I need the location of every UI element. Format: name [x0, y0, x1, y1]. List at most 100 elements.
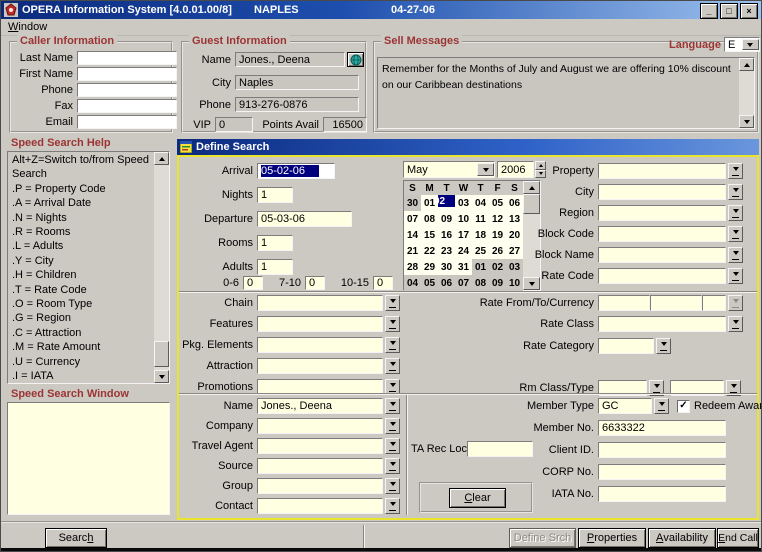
location-input[interactable]: [598, 268, 726, 284]
lov-button[interactable]: [728, 316, 743, 332]
scroll-up-button[interactable]: [739, 58, 754, 71]
calendar-day[interactable]: 30: [438, 259, 455, 275]
criteria-input[interactable]: [257, 316, 383, 332]
profile-input[interactable]: [257, 478, 383, 494]
rate-to-input[interactable]: [650, 295, 702, 311]
globe-button[interactable]: [347, 52, 364, 67]
profile-input[interactable]: [257, 498, 383, 514]
calendar-day[interactable]: 06: [438, 275, 455, 291]
guest-phone-field[interactable]: 913-276-0876: [235, 97, 359, 112]
guest-city-field[interactable]: Naples: [235, 75, 359, 90]
calendar-day[interactable]: 08: [421, 211, 438, 227]
calendar-day[interactable]: 10: [455, 211, 472, 227]
member-type-input[interactable]: GC: [598, 398, 652, 414]
close-button[interactable]: ×: [740, 3, 758, 19]
location-input[interactable]: [598, 226, 726, 242]
profile-input[interactable]: Jones., Deena: [257, 398, 383, 414]
adults-input[interactable]: 1: [257, 259, 293, 275]
scroll-up-button[interactable]: [154, 152, 169, 165]
caller-input[interactable]: [77, 115, 177, 129]
calendar-day[interactable]: 30: [404, 195, 421, 211]
rate-currency-input[interactable]: [702, 295, 726, 311]
criteria-input[interactable]: [257, 337, 383, 353]
location-input[interactable]: [598, 184, 726, 200]
lov-button[interactable]: [385, 418, 400, 434]
children-10-15-input[interactable]: 0: [373, 276, 393, 290]
menu-window[interactable]: Window: [8, 21, 47, 33]
minimize-button[interactable]: _: [700, 3, 718, 19]
location-input[interactable]: [598, 205, 726, 221]
redeem-award-checkbox[interactable]: ✓: [677, 400, 690, 413]
profile-input[interactable]: [257, 458, 383, 474]
lov-button[interactable]: [385, 438, 400, 454]
maximize-button[interactable]: □: [720, 3, 738, 19]
lov-button[interactable]: [385, 316, 400, 332]
language-dropdown-button[interactable]: [742, 39, 759, 50]
calendar-day[interactable]: 04: [404, 275, 421, 291]
member-no-input[interactable]: 6633322: [598, 420, 726, 436]
calendar-day[interactable]: 16: [438, 227, 455, 243]
scroll-thumb[interactable]: [154, 341, 169, 367]
calendar-day[interactable]: 22: [421, 243, 438, 259]
nights-input[interactable]: 1: [257, 187, 293, 203]
calendar-day[interactable]: 23: [438, 243, 455, 259]
calendar-day[interactable]: 31: [455, 259, 472, 275]
calendar-day[interactable]: 28: [404, 259, 421, 275]
lov-button[interactable]: [385, 458, 400, 474]
calendar-day[interactable]: 09: [438, 211, 455, 227]
lov-button[interactable]: [656, 338, 671, 354]
lov-button[interactable]: [728, 247, 743, 263]
criteria-input[interactable]: [257, 295, 383, 311]
scroll-track[interactable]: [154, 165, 169, 370]
rate-category-input[interactable]: [598, 338, 654, 354]
rate-class-input[interactable]: [598, 316, 726, 332]
caller-input[interactable]: [77, 99, 177, 113]
calendar-day[interactable]: 15: [421, 227, 438, 243]
children-7-10-input[interactable]: 0: [305, 276, 325, 290]
calendar-day[interactable]: 05: [421, 275, 438, 291]
scroll-down-button[interactable]: [739, 115, 754, 128]
end-call-button[interactable]: End Call: [717, 528, 759, 548]
criteria-input[interactable]: [257, 358, 383, 374]
calendar-day[interactable]: 17: [455, 227, 472, 243]
calendar-day[interactable]: 07: [404, 211, 421, 227]
caller-input[interactable]: [77, 67, 177, 81]
rooms-input[interactable]: 1: [257, 235, 293, 251]
language-select[interactable]: E: [724, 37, 760, 52]
caller-input[interactable]: [77, 51, 177, 65]
guest-name-field[interactable]: Jones., Deena: [235, 52, 345, 67]
lov-button[interactable]: [728, 205, 743, 221]
points-avail-field[interactable]: 16500: [323, 117, 367, 132]
profile-input[interactable]: [257, 418, 383, 434]
calendar-day[interactable]: 07: [455, 275, 472, 291]
lov-button[interactable]: [728, 268, 743, 284]
children-0-6-input[interactable]: 0: [243, 276, 263, 290]
guest-vip-field[interactable]: 0: [215, 117, 253, 132]
iata-no-input[interactable]: [598, 486, 726, 502]
calendar-day[interactable]: 21: [404, 243, 421, 259]
arrival-input[interactable]: 05-02-06: [257, 163, 335, 179]
lov-button[interactable]: [385, 498, 400, 514]
location-input[interactable]: [598, 163, 726, 179]
client-id-input[interactable]: [598, 442, 726, 458]
calendar-day[interactable]: 24: [455, 243, 472, 259]
scroll-track[interactable]: [739, 71, 754, 115]
scroll-down-button[interactable]: [154, 370, 169, 383]
calendar-day[interactable]: 02: [438, 195, 455, 207]
lov-button[interactable]: [385, 337, 400, 353]
departure-input[interactable]: 05-03-06: [257, 211, 352, 227]
calendar-day[interactable]: 03: [455, 195, 472, 211]
location-input[interactable]: [598, 247, 726, 263]
profile-input[interactable]: [257, 438, 383, 454]
lov-button[interactable]: [654, 398, 669, 414]
availability-button[interactable]: Availability: [648, 528, 716, 548]
rate-from-input[interactable]: [598, 295, 650, 311]
lov-button[interactable]: [728, 163, 743, 179]
calendar-day[interactable]: 14: [404, 227, 421, 243]
caller-input[interactable]: [77, 83, 177, 97]
corp-no-input[interactable]: [598, 464, 726, 480]
properties-button[interactable]: Properties: [578, 528, 646, 548]
calendar-day[interactable]: 29: [421, 259, 438, 275]
search-button[interactable]: Search: [45, 528, 107, 548]
lov-button[interactable]: [385, 398, 400, 414]
